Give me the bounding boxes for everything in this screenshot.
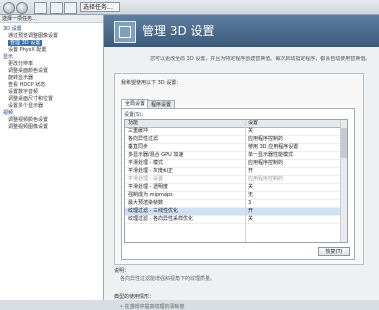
tab-global-settings[interactable]: 全局设置 <box>121 99 150 108</box>
sidebar-header: 选择一项任务… <box>0 15 103 23</box>
tab-content: 设置(S)： 功能 设置 三重缓冲关各向异性过滤 应用程序控制的 垂直同步 使用 3D… <box>121 108 355 260</box>
usage-label: 典型的使用情形： <box>114 294 155 300</box>
table-row[interactable]: 多显示器/混合 GPU 加速 单一显示器性能模式 <box>125 152 347 160</box>
row-value[interactable]: 应用程序控制的 <box>248 136 283 143</box>
row-feature: 多显示器/混合 GPU 加速 <box>128 152 184 158</box>
sidebar-item[interactable]: 调整桌面颜色设置 <box>8 68 48 74</box>
row-feature: 强制成为 mipmaps <box>128 192 173 198</box>
row-value[interactable]: 使用 3D 应用程序设置 <box>248 144 298 151</box>
forward-button[interactable] <box>16 2 28 14</box>
row-feature: 最大预渲染帧数 <box>128 200 164 206</box>
page-description: 您可以更改全局 3D 设置，并且为特定程序创建替换值。每次启动指定程序，都会自动… <box>150 56 371 62</box>
settings-label: 设置(S)： <box>124 112 147 118</box>
row-feature: 平滑处理 - 设置 <box>128 176 163 182</box>
sidebar-item[interactable]: 设置 PhysX 配置 <box>8 47 46 53</box>
back-button[interactable] <box>3 2 15 14</box>
row-value[interactable]: 关 <box>248 184 253 191</box>
row-feature: 各向异性过滤 <box>128 136 159 142</box>
row-feature: 纹理过滤 - 三线性优化 <box>128 208 178 214</box>
section-label: 我希望使用以下 3D 设置： <box>121 80 182 86</box>
table-row[interactable]: 平滑处理 - 透明度 关 <box>125 184 347 192</box>
help-icon[interactable] <box>64 2 77 14</box>
sidebar-item[interactable]: 通过预览调整图像设置 <box>8 33 58 39</box>
sidebar-item[interactable]: 调整视频图像设置 <box>8 124 48 130</box>
sidebar-item[interactable]: 管理 3D 设置 <box>8 40 43 46</box>
sidebar-item[interactable]: 视频 <box>3 110 13 116</box>
table-row[interactable]: 垂直同步 使用 3D 应用程序设置 <box>125 144 347 152</box>
table-row[interactable]: 各向异性过滤 应用程序控制的 <box>125 136 347 144</box>
table-row[interactable]: 平滑处理 - 设置 应用程序控制的 <box>125 176 347 184</box>
column-feature: 功能 <box>128 120 139 126</box>
restore-button[interactable]: 恢复(T) <box>318 247 350 256</box>
row-feature: 平滑处理 - 灰度纠正 <box>128 168 173 174</box>
description-text: 各向异性过滤能增强斜视角下的纹理质量。 <box>120 276 216 282</box>
grid-scrollbar[interactable] <box>340 120 347 242</box>
table-row[interactable]: 纹理过滤 - 各向异性采样优化 关 <box>125 216 347 224</box>
sidebar-item[interactable]: 设置数字音频 <box>8 89 38 95</box>
grid-header: 功能 设置 <box>125 120 347 128</box>
home-icon[interactable] <box>34 2 47 14</box>
sidebar-item[interactable]: 3D 设置 <box>3 26 22 32</box>
settings-panel: 我希望使用以下 3D 设置： 全局设置 程序设置 设置(S)： 功能 设置 三重… <box>114 73 364 265</box>
column-divider <box>245 120 246 242</box>
row-value[interactable]: 开 <box>248 168 253 175</box>
view-icon[interactable] <box>50 2 63 14</box>
table-row[interactable]: 平滑处理 - 模式 应用程序控制的 <box>125 160 347 168</box>
row-feature: 平滑处理 - 模式 <box>128 160 163 166</box>
task-select[interactable]: 选择任务… <box>80 2 120 12</box>
row-value[interactable]: 应用程序控制的 <box>248 176 283 183</box>
row-value[interactable]: 无 <box>248 192 253 199</box>
banner: 管理 3D 设置 <box>104 15 379 47</box>
sidebar-item[interactable]: 旋转显示器 <box>8 75 33 81</box>
page-title: 管理 3D 设置 <box>142 24 215 38</box>
row-feature: 三重缓冲 <box>128 128 149 134</box>
sidebar-item[interactable]: 更改分辨率 <box>8 61 33 67</box>
table-row[interactable]: 三重缓冲 关 <box>125 128 347 136</box>
tab-program-settings[interactable]: 程序设置 <box>147 100 176 108</box>
main-panel: 管理 3D 设置 您可以更改全局 3D 设置，并且为特定程序创建替换值。每次启动… <box>104 15 379 310</box>
column-setting: 设置 <box>248 120 259 126</box>
table-row[interactable]: 平滑处理 - 灰度纠正 开 <box>125 168 347 176</box>
toolbar: 选择任务… <box>0 0 379 15</box>
row-value[interactable]: 应用程序控制的 <box>248 160 283 167</box>
row-value[interactable]: 关 <box>248 128 253 135</box>
settings-grid: 功能 设置 三重缓冲关各向异性过滤 应用程序控制的 垂直同步 使用 3D 应用程序设置… <box>124 119 348 243</box>
usage-text: • 在游戏中提高纹理的清晰度 <box>120 304 185 310</box>
sidebar: 选择一项任务… 3D 设置 通过预览调整图像设置 管理 3D 设置 设置 PhysX … <box>0 15 104 300</box>
table-row[interactable]: 纹理过滤 - 三线性优化 开 <box>125 208 347 216</box>
sidebar-item[interactable]: 显示 <box>3 54 13 60</box>
table-row[interactable]: 最大预渲染帧数 3 <box>125 200 347 208</box>
row-value[interactable]: 开 <box>248 208 253 215</box>
sidebar-item[interactable]: 设置多个显示器 <box>8 103 43 109</box>
sidebar-item[interactable]: 查看 HDCP 状态 <box>8 82 45 88</box>
row-feature: 垂直同步 <box>128 144 149 150</box>
scrollbar-thumb[interactable] <box>341 128 347 158</box>
table-row[interactable]: 强制成为 mipmaps 无 <box>125 192 347 200</box>
row-value[interactable]: 关 <box>248 216 253 223</box>
row-feature: 纹理过滤 - 各向异性采样优化 <box>128 216 193 222</box>
row-value[interactable]: 单一显示器性能模式 <box>248 152 293 159</box>
row-value[interactable]: 3 <box>248 200 251 207</box>
row-feature: 平滑处理 - 透明度 <box>128 184 168 190</box>
sidebar-item[interactable]: 调整桌面尺寸和位置 <box>8 96 53 102</box>
description-label: 说明： <box>114 268 130 274</box>
3d-settings-icon <box>114 21 136 43</box>
sidebar-item[interactable]: 调整视频颜色设置 <box>8 117 48 123</box>
